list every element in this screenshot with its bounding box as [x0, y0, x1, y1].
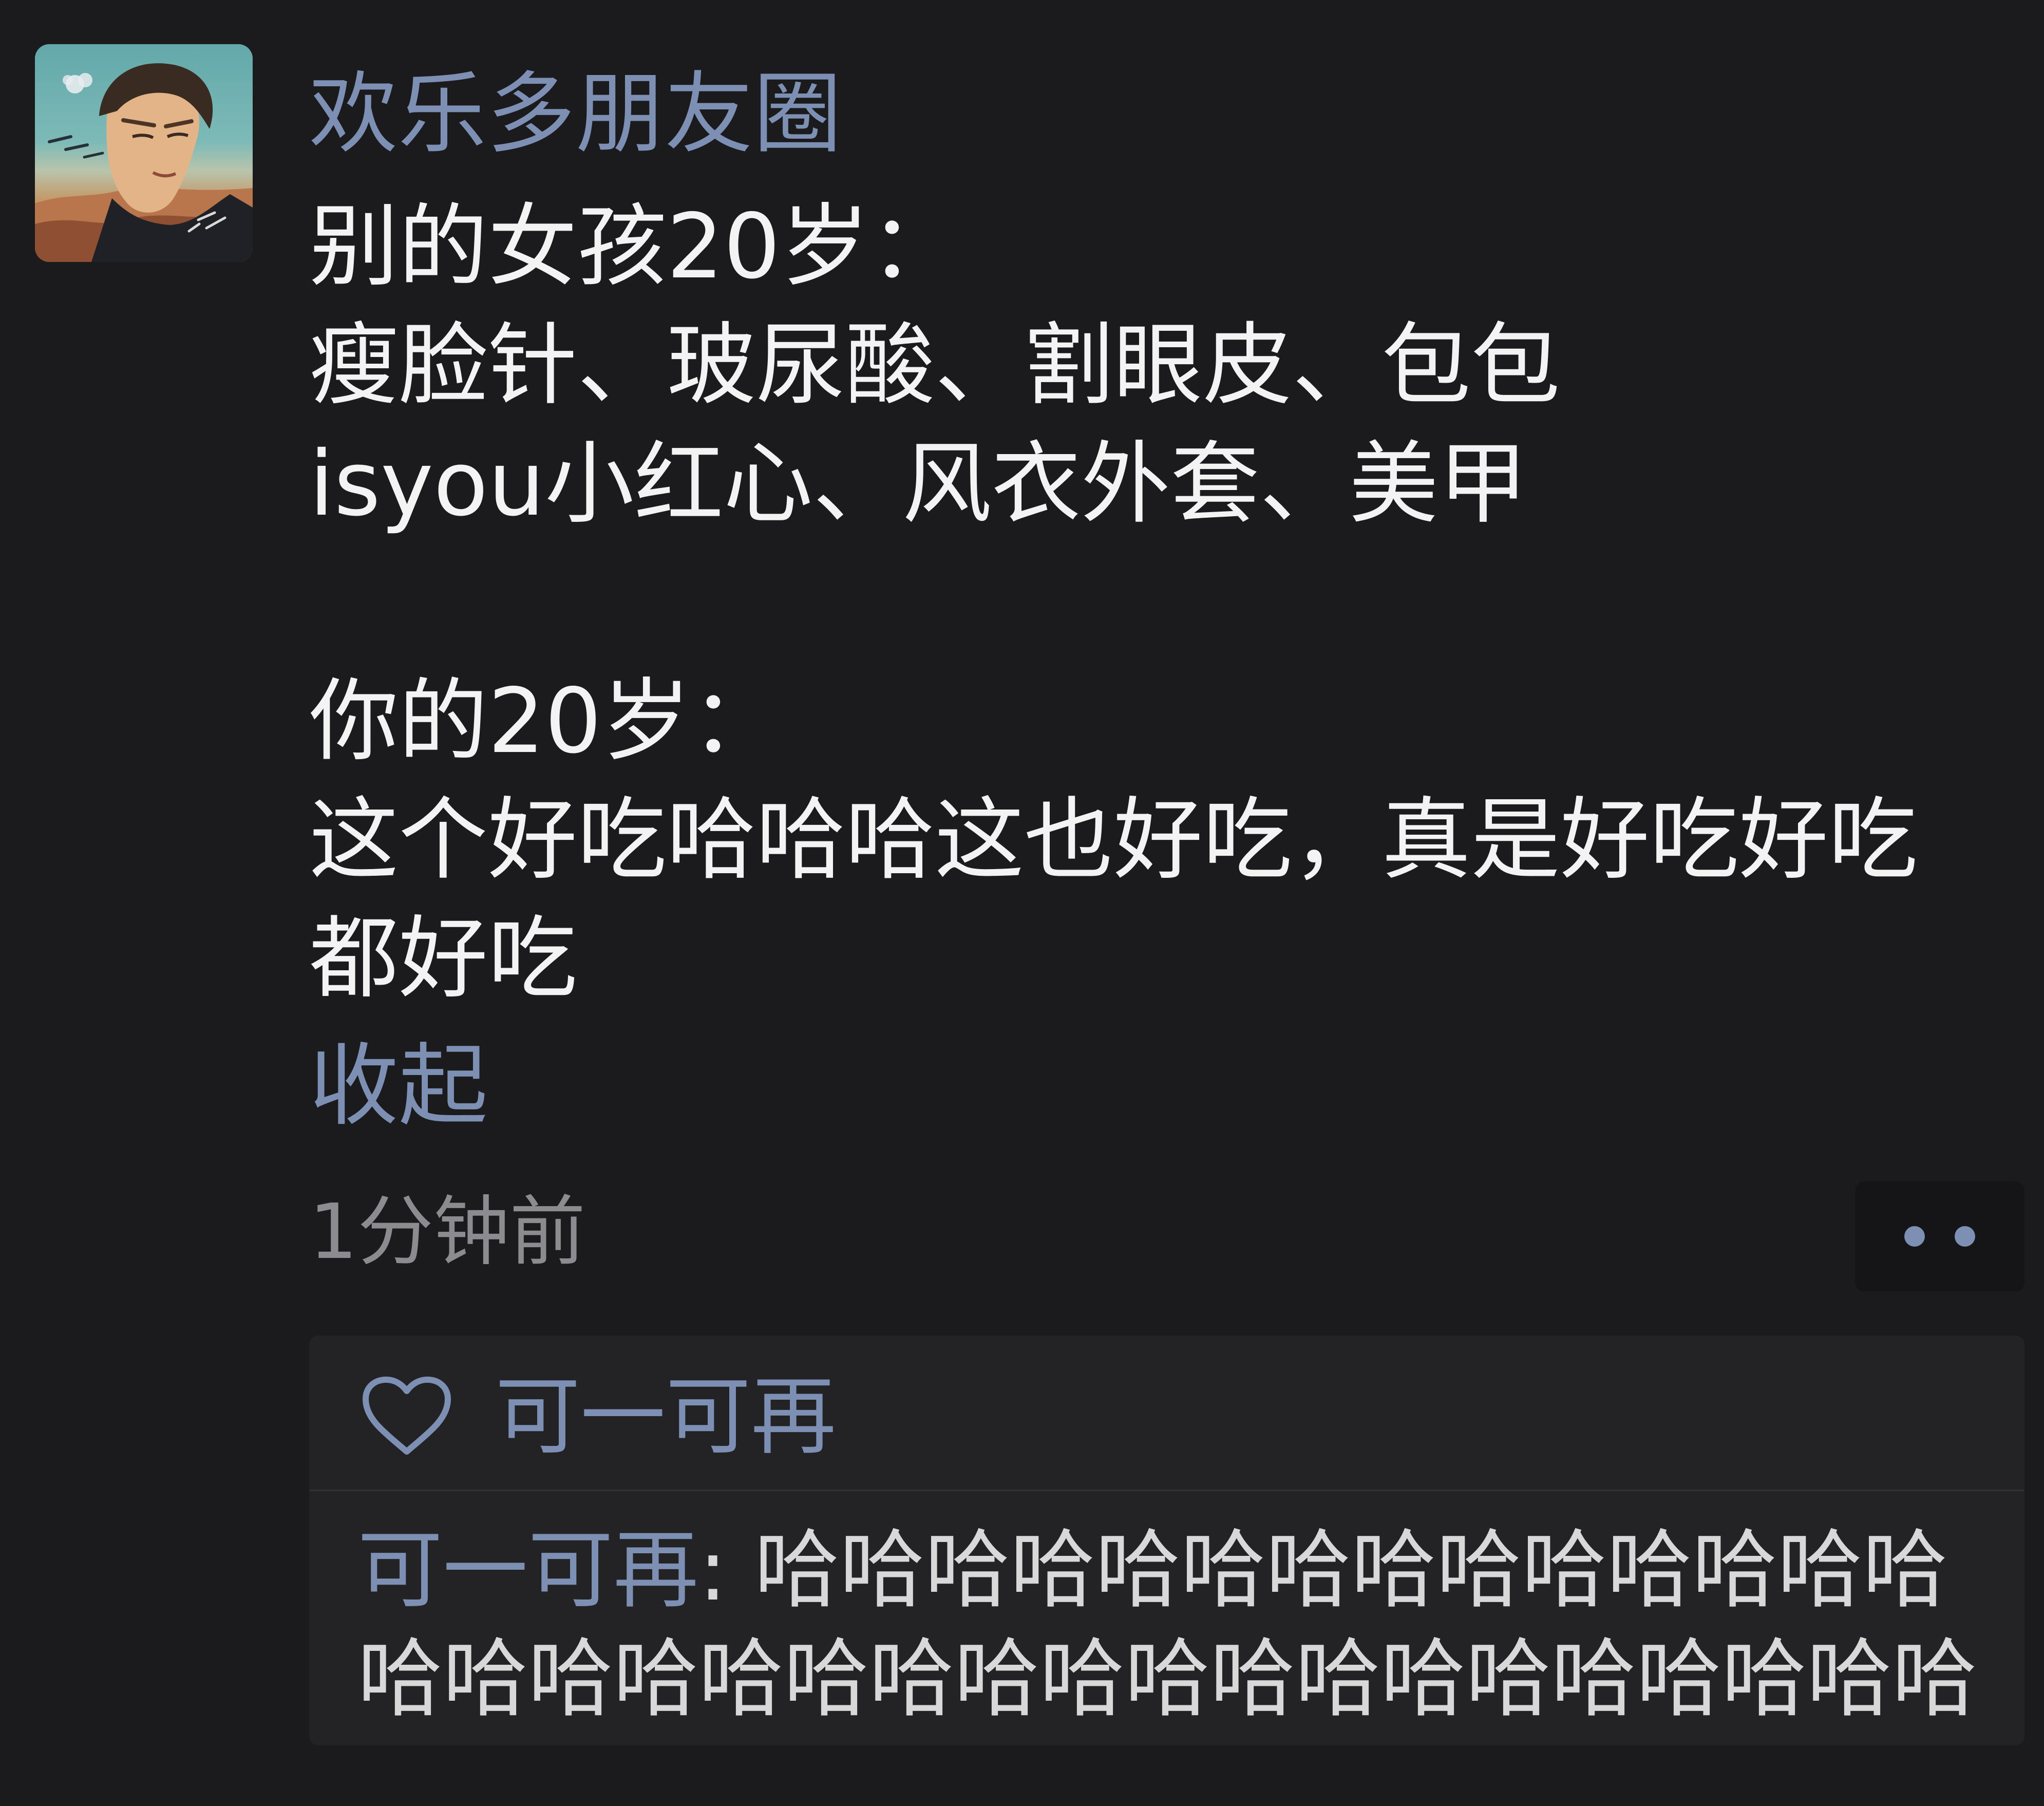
- post-content-line-3: isyou小红心、风衣外套、美甲: [309, 432, 1528, 536]
- comment-item: 可一可再: 哈哈哈哈哈哈哈哈哈哈哈哈哈哈哈哈哈哈哈哈哈哈哈哈哈哈哈哈哈哈哈哈哈哈: [357, 1516, 2006, 1745]
- avatar[interactable]: [35, 44, 253, 262]
- divider: [309, 1490, 2024, 1491]
- post-content: 别的女孩20岁： 瘦脸针、玻尿酸、割眼皮、包包 isyou小红心、风衣外套、美甲…: [309, 187, 2024, 1018]
- ellipsis-icon-left-dot: [1904, 1226, 1925, 1247]
- post-timestamp: 1分钟前: [309, 1188, 586, 1276]
- more-actions-button[interactable]: [1855, 1181, 2024, 1291]
- post-author-name[interactable]: 欢乐多朋友圈: [309, 58, 842, 171]
- likes-row: 可一可再: [309, 1335, 2024, 1490]
- heart-icon: [363, 1377, 451, 1455]
- avatar-image: [35, 44, 253, 262]
- ellipsis-icon-right-dot: [1955, 1226, 1975, 1247]
- post-content-line-2: 瘦脸针、玻尿酸、割眼皮、包包: [309, 313, 1561, 418]
- post-content-line-1: 别的女孩20岁：: [309, 195, 959, 299]
- comment-author[interactable]: 可一可再: [357, 1521, 698, 1620]
- liked-by-user[interactable]: 可一可再: [495, 1363, 836, 1471]
- post-content-line-6: 这个好吃哈哈哈这也好吃，真是好吃好吃: [309, 788, 1918, 892]
- post-content-line-5: 你的20岁：: [309, 669, 781, 774]
- interaction-panel: 可一可再 可一可再: 哈哈哈哈哈哈哈哈哈哈哈哈哈哈哈哈哈哈哈哈哈哈哈哈哈哈哈哈哈…: [309, 1335, 2024, 1745]
- collapse-link[interactable]: 收起: [309, 1030, 488, 1143]
- post-content-line-7: 都好吃: [309, 907, 578, 1011]
- comment-separator: :: [698, 1521, 754, 1620]
- post-content-line-blank: [309, 543, 2024, 662]
